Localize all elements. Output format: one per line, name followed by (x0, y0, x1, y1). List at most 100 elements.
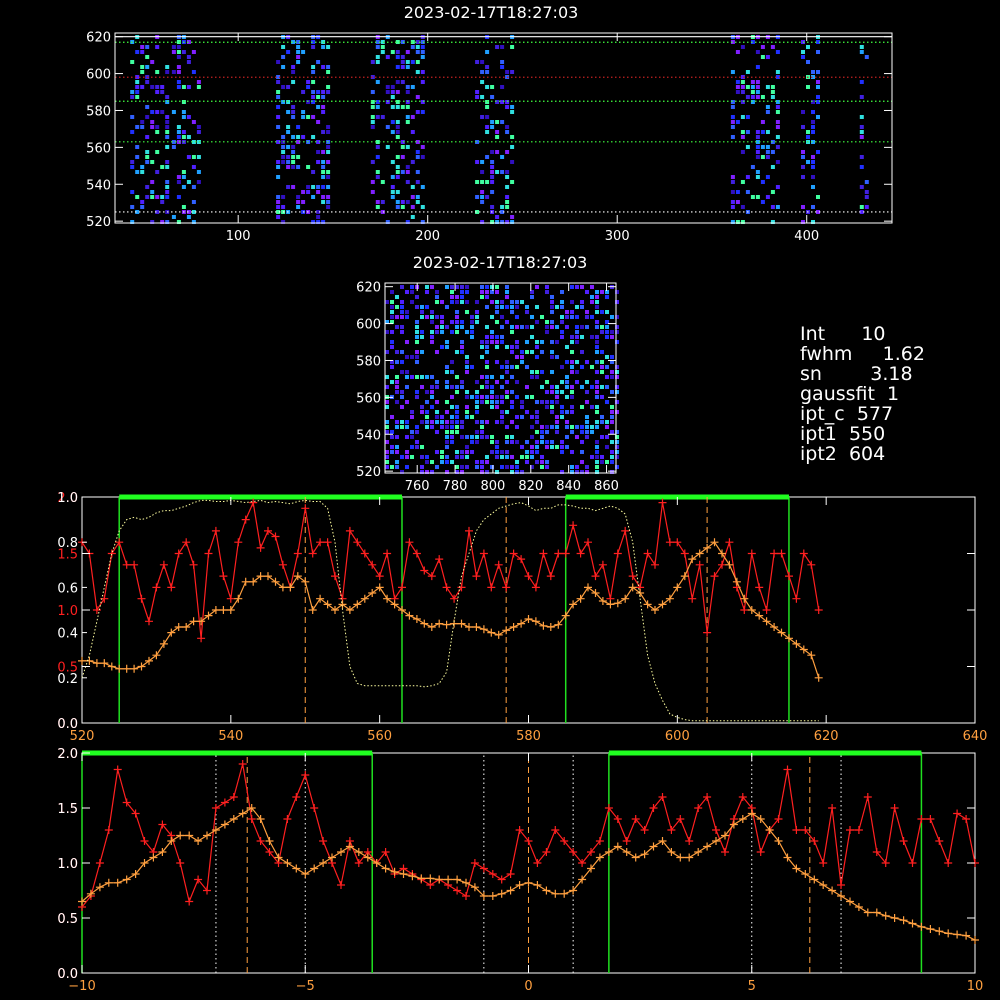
heatmap-pixel (485, 360, 489, 364)
heatmap-pixel (145, 105, 150, 109)
heatmap-pixel (420, 80, 425, 84)
heatmap-pixel (145, 55, 150, 59)
data-point (211, 526, 220, 535)
data-point (301, 504, 310, 513)
heatmap-pixel (490, 375, 494, 379)
heatmap-pixel (410, 45, 415, 49)
heatmap-pixel (435, 420, 439, 424)
heatmap-pixel (610, 440, 614, 444)
info-ipt1: ipt1 550 (800, 423, 885, 445)
heatmap-pixel (490, 385, 494, 389)
heatmap-pixel (395, 305, 399, 309)
heatmap-pixel (400, 170, 405, 174)
data-point (435, 875, 444, 884)
heatmap-pixel (765, 150, 770, 154)
heatmap-pixel (585, 380, 589, 384)
data-point (442, 620, 451, 629)
heatmap-pixel (380, 180, 385, 184)
heatmap-pixel (395, 50, 400, 54)
data-point (718, 560, 726, 569)
heatmap-pixel (420, 50, 425, 54)
heatmap-pixel (465, 445, 469, 449)
heatmap-pixel (375, 80, 380, 84)
heatmap-pixel (485, 350, 489, 354)
heatmap-pixel (311, 100, 316, 104)
heatmap-pixel (540, 400, 544, 404)
data-point (837, 881, 845, 889)
heatmap-pixel (390, 105, 395, 109)
data-point (113, 878, 122, 887)
heatmap-pixel (570, 390, 574, 394)
heatmap-pixel (490, 160, 495, 164)
heatmap-pixel (390, 445, 394, 449)
heatmap-pixel (150, 190, 155, 194)
heatmap-pixel (730, 105, 735, 109)
heatmap-pixel (565, 380, 569, 384)
heatmap-pixel (181, 50, 186, 54)
heatmap-pixel (500, 395, 504, 399)
heatmap-pixel (385, 450, 389, 454)
data-point (176, 859, 185, 867)
heatmap-pixel (740, 180, 745, 184)
heatmap-pixel (550, 370, 554, 374)
heatmap-pixel (495, 445, 499, 449)
heatmap-pixel (400, 310, 404, 314)
heatmap-pixel (425, 420, 429, 424)
heatmap-pixel (816, 115, 820, 119)
heatmap-pixel (585, 400, 589, 404)
heatmap-pixel (811, 175, 815, 179)
data-point (531, 583, 540, 592)
heatmap-pixel (500, 375, 504, 379)
heatmap-pixel (470, 325, 474, 329)
y-tick-label: 540 (356, 428, 381, 443)
heatmap-pixel (465, 410, 469, 414)
heatmap-pixel (510, 345, 514, 349)
heatmap-pixel (500, 315, 504, 319)
heatmap-pixel (400, 145, 405, 149)
heatmap-pixel (276, 165, 281, 169)
heatmap-pixel (730, 175, 735, 179)
heatmap-pixel (500, 205, 505, 209)
heatmap-pixel (435, 325, 439, 329)
heatmap-pixel (395, 400, 399, 404)
heatmap-pixel (435, 295, 439, 299)
data-point (685, 837, 694, 845)
heatmap-pixel (400, 420, 404, 424)
heatmap-pixel (495, 360, 499, 364)
heatmap-pixel (485, 115, 490, 119)
heatmap-pixel (395, 375, 399, 379)
y-tick-label-secondary: 2.0 (57, 747, 78, 762)
data-point (606, 600, 615, 609)
data-point (819, 859, 828, 867)
heatmap-pixel (326, 150, 331, 154)
heatmap-pixel (276, 95, 281, 99)
heatmap-pixel (140, 45, 145, 49)
data-point (631, 853, 640, 862)
heatmap-pixel (505, 370, 509, 374)
heatmap-pixel (405, 315, 409, 319)
heatmap-pixel (595, 290, 599, 294)
heatmap-pixel (326, 45, 331, 49)
heatmap-pixel (510, 110, 515, 114)
heatmap-pixel (395, 445, 399, 449)
heatmap-pixel (485, 385, 489, 389)
heatmap-pixel (165, 180, 170, 184)
heatmap-pixel (580, 300, 584, 304)
heatmap-pixel (745, 85, 750, 89)
heatmap-pixel (540, 350, 544, 354)
heatmap-pixel (385, 330, 389, 334)
heatmap-pixel (415, 110, 420, 114)
heatmap-pixel (145, 80, 150, 84)
heatmap-pixel (730, 70, 735, 74)
heatmap-pixel (400, 360, 404, 364)
heatmap-pixel (545, 405, 549, 409)
heatmap-pixel (425, 410, 429, 414)
heatmap-pixel (610, 370, 614, 374)
heatmap-pixel (281, 85, 286, 89)
heatmap-pixel (465, 360, 469, 364)
heatmap-pixel (525, 410, 529, 414)
heatmap-pixel (540, 385, 544, 389)
heatmap-pixel (390, 415, 394, 419)
heatmap-pixel (140, 125, 145, 129)
heatmap-pixel (430, 395, 434, 399)
